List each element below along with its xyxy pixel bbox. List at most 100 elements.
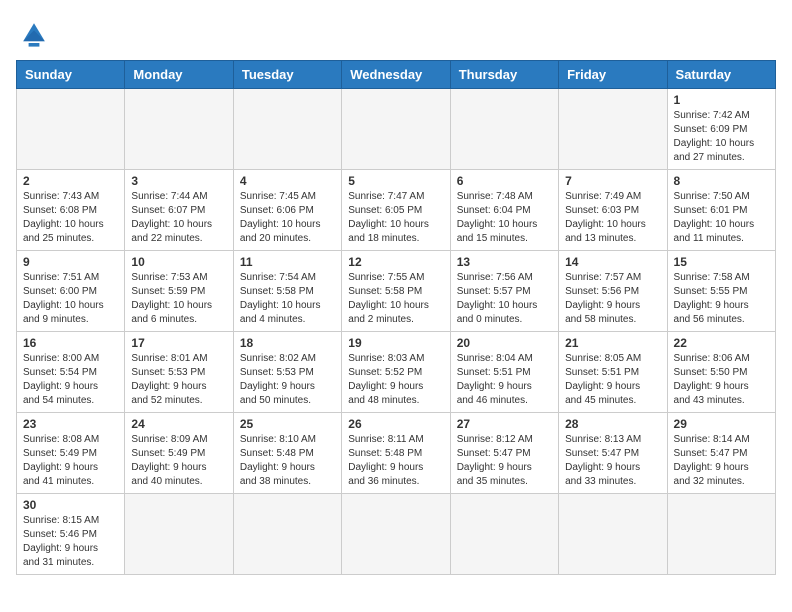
day-number: 6 — [457, 174, 552, 188]
day-info: Sunrise: 8:12 AM Sunset: 5:47 PM Dayligh… — [457, 433, 552, 489]
calendar-day-empty — [450, 494, 558, 575]
weekday-header-row: SundayMondayTuesdayWednesdayThursdayFrid… — [17, 61, 776, 89]
day-number: 12 — [348, 255, 443, 269]
day-number: 3 — [131, 174, 226, 188]
calendar-day-30: 30Sunrise: 8:15 AM Sunset: 5:46 PM Dayli… — [17, 494, 125, 575]
logo — [16, 16, 56, 52]
day-info: Sunrise: 8:08 AM Sunset: 5:49 PM Dayligh… — [23, 433, 118, 489]
day-info: Sunrise: 8:01 AM Sunset: 5:53 PM Dayligh… — [131, 352, 226, 408]
day-info: Sunrise: 8:09 AM Sunset: 5:49 PM Dayligh… — [131, 433, 226, 489]
calendar-day-23: 23 Sunrise: 8:08 AM Sunset: 5:49 PM Dayli… — [17, 413, 125, 494]
weekday-header-thursday: Thursday — [450, 61, 558, 89]
day-number: 27 — [457, 417, 552, 431]
day-info: Sunrise: 8:03 AM Sunset: 5:52 PM Dayligh… — [348, 352, 443, 408]
calendar-week-row: 23 Sunrise: 8:08 AM Sunset: 5:49 PM Dayli… — [17, 413, 776, 494]
calendar-day-25: 25Sunrise: 8:10 AM Sunset: 5:48 PM Dayli… — [233, 413, 341, 494]
calendar-week-row: 2 Sunrise: 7:43 AM Sunset: 6:08 PM Daylig… — [17, 170, 776, 251]
day-info: Sunrise: 7:47 AM Sunset: 6:05 PM Dayligh… — [348, 190, 443, 246]
calendar-day-6: 6 Sunrise: 7:48 AM Sunset: 6:04 PM Daylig… — [450, 170, 558, 251]
calendar-day-14: 14Sunrise: 7:57 AM Sunset: 5:56 PM Dayli… — [559, 251, 667, 332]
calendar-day-2: 2 Sunrise: 7:43 AM Sunset: 6:08 PM Daylig… — [17, 170, 125, 251]
day-info: Sunrise: 8:04 AM Sunset: 5:51 PM Dayligh… — [457, 352, 552, 408]
calendar-day-4: 4 Sunrise: 7:45 AM Sunset: 6:06 PM Daylig… — [233, 170, 341, 251]
day-info: Sunrise: 7:56 AM Sunset: 5:57 PM Dayligh… — [457, 271, 552, 327]
calendar-week-row: 9 Sunrise: 7:51 AM Sunset: 6:00 PM Daylig… — [17, 251, 776, 332]
calendar-day-20: 20 Sunrise: 8:04 AM Sunset: 5:51 PM Dayli… — [450, 332, 558, 413]
day-info: Sunrise: 8:00 AM Sunset: 5:54 PM Dayligh… — [23, 352, 118, 408]
calendar-day-27: 27 Sunrise: 8:12 AM Sunset: 5:47 PM Dayli… — [450, 413, 558, 494]
day-number: 26 — [348, 417, 443, 431]
calendar-day-3: 3 Sunrise: 7:44 AM Sunset: 6:07 PM Daylig… — [125, 170, 233, 251]
day-info: Sunrise: 7:44 AM Sunset: 6:07 PM Dayligh… — [131, 190, 226, 246]
day-info: Sunrise: 8:14 AM Sunset: 5:47 PM Dayligh… — [674, 433, 769, 489]
calendar-day-10: 10Sunrise: 7:53 AM Sunset: 5:59 PM Dayli… — [125, 251, 233, 332]
day-info: Sunrise: 8:06 AM Sunset: 5:50 PM Dayligh… — [674, 352, 769, 408]
day-number: 22 — [674, 336, 769, 350]
calendar-day-17: 17 Sunrise: 8:01 AM Sunset: 5:53 PM Dayli… — [125, 332, 233, 413]
day-info: Sunrise: 7:42 AM Sunset: 6:09 PM Dayligh… — [674, 109, 769, 165]
day-number: 24 — [131, 417, 226, 431]
day-number: 8 — [674, 174, 769, 188]
day-number: 13 — [457, 255, 552, 269]
day-info: Sunrise: 7:51 AM Sunset: 6:00 PM Dayligh… — [23, 271, 118, 327]
day-number: 11 — [240, 255, 335, 269]
calendar-day-empty — [125, 494, 233, 575]
calendar-day-24: 24 Sunrise: 8:09 AM Sunset: 5:49 PM Dayli… — [125, 413, 233, 494]
weekday-header-sunday: Sunday — [17, 61, 125, 89]
page-header — [16, 16, 776, 52]
day-info: Sunrise: 7:43 AM Sunset: 6:08 PM Dayligh… — [23, 190, 118, 246]
calendar-day-5: 5Sunrise: 7:47 AM Sunset: 6:05 PM Daylig… — [342, 170, 450, 251]
day-number: 19 — [348, 336, 443, 350]
calendar-day-8: 8 Sunrise: 7:50 AM Sunset: 6:01 PM Daylig… — [667, 170, 775, 251]
calendar-day-empty — [559, 89, 667, 170]
weekday-header-friday: Friday — [559, 61, 667, 89]
weekday-header-saturday: Saturday — [667, 61, 775, 89]
day-number: 16 — [23, 336, 118, 350]
day-info: Sunrise: 8:10 AM Sunset: 5:48 PM Dayligh… — [240, 433, 335, 489]
day-number: 20 — [457, 336, 552, 350]
day-number: 28 — [565, 417, 660, 431]
day-number: 17 — [131, 336, 226, 350]
day-info: Sunrise: 7:48 AM Sunset: 6:04 PM Dayligh… — [457, 190, 552, 246]
day-info: Sunrise: 7:45 AM Sunset: 6:06 PM Dayligh… — [240, 190, 335, 246]
calendar-day-1: 1 Sunrise: 7:42 AM Sunset: 6:09 PM Daylig… — [667, 89, 775, 170]
calendar-day-26: 26Sunrise: 8:11 AM Sunset: 5:48 PM Dayli… — [342, 413, 450, 494]
calendar-day-7: 7Sunrise: 7:49 AM Sunset: 6:03 PM Daylig… — [559, 170, 667, 251]
calendar-day-29: 29 Sunrise: 8:14 AM Sunset: 5:47 PM Dayli… — [667, 413, 775, 494]
calendar-day-11: 11 Sunrise: 7:54 AM Sunset: 5:58 PM Dayli… — [233, 251, 341, 332]
calendar-week-row: 1 Sunrise: 7:42 AM Sunset: 6:09 PM Daylig… — [17, 89, 776, 170]
day-number: 10 — [131, 255, 226, 269]
calendar-day-19: 19 Sunrise: 8:03 AM Sunset: 5:52 PM Dayli… — [342, 332, 450, 413]
calendar-table: SundayMondayTuesdayWednesdayThursdayFrid… — [16, 60, 776, 575]
day-number: 18 — [240, 336, 335, 350]
calendar-day-empty — [342, 89, 450, 170]
day-number: 9 — [23, 255, 118, 269]
calendar-day-21: 21Sunrise: 8:05 AM Sunset: 5:51 PM Dayli… — [559, 332, 667, 413]
day-number: 7 — [565, 174, 660, 188]
day-info: Sunrise: 8:15 AM Sunset: 5:46 PM Dayligh… — [23, 514, 118, 570]
day-info: Sunrise: 7:54 AM Sunset: 5:58 PM Dayligh… — [240, 271, 335, 327]
day-number: 23 — [23, 417, 118, 431]
logo-icon — [16, 16, 52, 52]
calendar-day-16: 16 Sunrise: 8:00 AM Sunset: 5:54 PM Dayli… — [17, 332, 125, 413]
calendar-day-empty — [667, 494, 775, 575]
day-number: 14 — [565, 255, 660, 269]
weekday-header-tuesday: Tuesday — [233, 61, 341, 89]
weekday-header-monday: Monday — [125, 61, 233, 89]
day-info: Sunrise: 7:55 AM Sunset: 5:58 PM Dayligh… — [348, 271, 443, 327]
day-number: 4 — [240, 174, 335, 188]
calendar-day-9: 9 Sunrise: 7:51 AM Sunset: 6:00 PM Daylig… — [17, 251, 125, 332]
calendar-day-empty — [559, 494, 667, 575]
day-number: 2 — [23, 174, 118, 188]
day-number: 1 — [674, 93, 769, 107]
day-number: 21 — [565, 336, 660, 350]
calendar-week-row: 30Sunrise: 8:15 AM Sunset: 5:46 PM Dayli… — [17, 494, 776, 575]
day-number: 29 — [674, 417, 769, 431]
calendar-day-28: 28 Sunrise: 8:13 AM Sunset: 5:47 PM Dayli… — [559, 413, 667, 494]
calendar-day-18: 18 Sunrise: 8:02 AM Sunset: 5:53 PM Dayli… — [233, 332, 341, 413]
day-info: Sunrise: 8:13 AM Sunset: 5:47 PM Dayligh… — [565, 433, 660, 489]
calendar-day-empty — [233, 89, 341, 170]
day-info: Sunrise: 7:50 AM Sunset: 6:01 PM Dayligh… — [674, 190, 769, 246]
calendar-week-row: 16 Sunrise: 8:00 AM Sunset: 5:54 PM Dayli… — [17, 332, 776, 413]
day-info: Sunrise: 8:02 AM Sunset: 5:53 PM Dayligh… — [240, 352, 335, 408]
